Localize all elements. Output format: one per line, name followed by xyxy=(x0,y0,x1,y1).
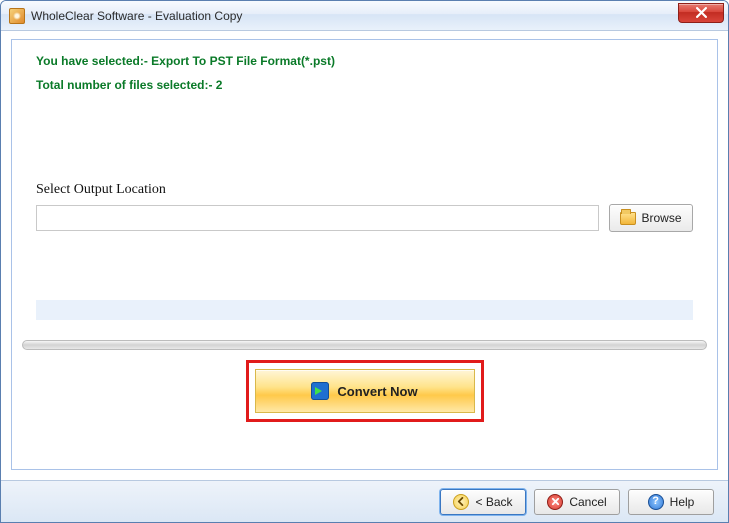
output-path-input[interactable] xyxy=(36,205,599,231)
wizard-footer: < Back Cancel ? Help xyxy=(1,480,728,522)
app-icon xyxy=(9,8,25,24)
back-button[interactable]: < Back xyxy=(440,489,526,515)
output-location-label: Select Output Location xyxy=(12,182,717,198)
close-icon xyxy=(696,7,707,18)
cancel-label: Cancel xyxy=(569,495,606,509)
file-count-info: Total number of files selected:- 2 xyxy=(12,78,717,92)
cancel-icon xyxy=(547,494,563,510)
selection-info: You have selected:- Export To PST File F… xyxy=(12,54,717,68)
status-strip xyxy=(36,300,693,320)
cancel-button[interactable]: Cancel xyxy=(534,489,620,515)
convert-now-button[interactable]: Convert Now xyxy=(255,369,475,413)
output-location-row: Browse xyxy=(12,198,717,232)
title-bar: WholeClear Software - Evaluation Copy xyxy=(1,1,728,31)
main-panel: You have selected:- Export To PST File F… xyxy=(11,39,718,470)
help-icon: ? xyxy=(648,494,664,510)
window-title: WholeClear Software - Evaluation Copy xyxy=(31,9,242,23)
browse-label: Browse xyxy=(641,211,681,225)
convert-label: Convert Now xyxy=(337,384,417,399)
back-icon xyxy=(453,494,469,510)
help-label: Help xyxy=(670,495,695,509)
back-label: < Back xyxy=(475,495,512,509)
close-button[interactable] xyxy=(678,3,724,23)
help-button[interactable]: ? Help xyxy=(628,489,714,515)
convert-highlight-frame: Convert Now xyxy=(246,360,484,422)
browse-button[interactable]: Browse xyxy=(609,204,693,232)
folder-icon xyxy=(620,212,636,225)
progress-bar xyxy=(22,340,707,350)
convert-icon xyxy=(311,382,329,400)
